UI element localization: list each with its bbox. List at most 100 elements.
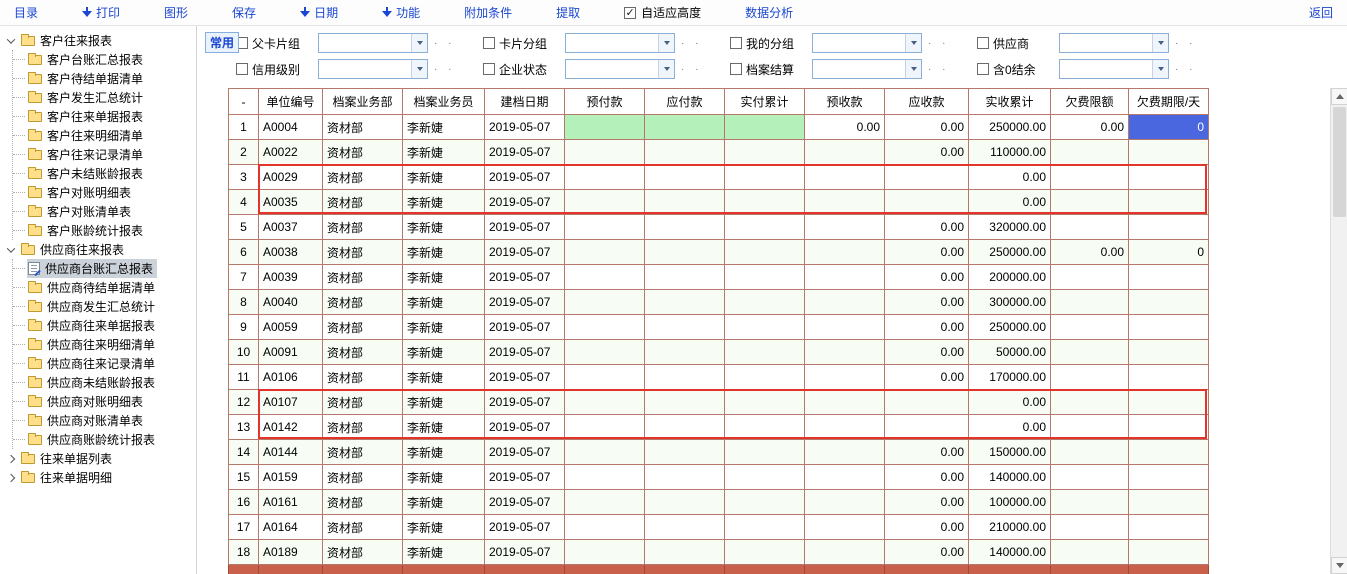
tree-child-item[interactable]: 客户待结单据清单: [13, 69, 196, 88]
column-header[interactable]: 欠费期限/天: [1129, 89, 1209, 115]
table-cell[interactable]: 0.00: [969, 190, 1051, 215]
filter-checkbox[interactable]: [977, 37, 989, 49]
browse-dots-button[interactable]: · ·: [679, 64, 702, 75]
data-analysis-button[interactable]: 数据分析: [745, 4, 793, 21]
table-cell[interactable]: [1129, 490, 1209, 515]
tree-child-item[interactable]: 客户往来明细清单: [13, 126, 196, 145]
tree-child-item[interactable]: 客户发生汇总统计: [13, 88, 196, 107]
table-cell[interactable]: 资材部: [323, 265, 403, 290]
table-cell[interactable]: [805, 290, 885, 315]
table-cell[interactable]: 0.00: [885, 140, 969, 165]
browse-dots-button[interactable]: · ·: [679, 38, 702, 49]
table-cell[interactable]: [565, 315, 645, 340]
table-cell[interactable]: [725, 165, 805, 190]
table-cell[interactable]: 0.00: [885, 315, 969, 340]
filter-checkbox[interactable]: [483, 37, 495, 49]
tree-node-content[interactable]: 客户对账明细表: [27, 183, 135, 202]
row-number-cell[interactable]: 6: [229, 240, 259, 265]
back-button[interactable]: 返回: [1309, 4, 1333, 21]
chevron-down-icon[interactable]: [1152, 60, 1168, 78]
table-cell[interactable]: A0040: [259, 290, 323, 315]
table-cell[interactable]: [1129, 265, 1209, 290]
table-cell[interactable]: [565, 140, 645, 165]
row-number-cell[interactable]: 17: [229, 515, 259, 540]
table-cell[interactable]: A0029: [259, 165, 323, 190]
toolbar-item[interactable]: 目录: [14, 4, 38, 21]
table-cell[interactable]: 140000.00: [969, 540, 1051, 565]
table-cell[interactable]: [1129, 540, 1209, 565]
table-cell[interactable]: 0.00: [885, 215, 969, 240]
row-number-cell[interactable]: 5: [229, 215, 259, 240]
chevron-right-icon[interactable]: [6, 454, 16, 464]
table-cell[interactable]: [805, 140, 885, 165]
table-cell[interactable]: 0: [1129, 240, 1209, 265]
table-cell[interactable]: [1051, 190, 1129, 215]
filter-dropdown[interactable]: [565, 33, 675, 53]
table-cell[interactable]: [565, 290, 645, 315]
table-cell[interactable]: [645, 340, 725, 365]
table-cell[interactable]: A0144: [259, 440, 323, 465]
row-number-cell[interactable]: 10: [229, 340, 259, 365]
table-cell[interactable]: [1129, 190, 1209, 215]
table-cell[interactable]: 2019-05-07: [485, 190, 565, 215]
column-header[interactable]: 预付款: [565, 89, 645, 115]
table-cell[interactable]: [565, 540, 645, 565]
browse-dots-button[interactable]: · ·: [926, 38, 949, 49]
chevron-down-icon[interactable]: [1152, 34, 1168, 52]
table-cell[interactable]: [1129, 365, 1209, 390]
autofit-height-toggle[interactable]: ✓ 自适应高度: [624, 4, 701, 21]
table-cell[interactable]: [565, 390, 645, 415]
table-cell[interactable]: 250000.00: [969, 115, 1051, 140]
table-cell[interactable]: [1129, 440, 1209, 465]
table-cell[interactable]: 李新婕: [403, 515, 485, 540]
table-cell[interactable]: A0038: [259, 240, 323, 265]
tree-node-content[interactable]: 客户往来明细清单: [27, 126, 147, 145]
table-cell[interactable]: 50000.00: [969, 340, 1051, 365]
table-cell[interactable]: 140000.00: [969, 465, 1051, 490]
row-number-cell[interactable]: 7: [229, 265, 259, 290]
table-cell[interactable]: [1129, 165, 1209, 190]
table-cell[interactable]: [645, 465, 725, 490]
table-cell[interactable]: [565, 340, 645, 365]
table-cell[interactable]: 0.00: [885, 515, 969, 540]
table-cell[interactable]: [1129, 140, 1209, 165]
table-cell[interactable]: 李新婕: [403, 465, 485, 490]
table-cell[interactable]: 0.00: [885, 240, 969, 265]
row-number-cell[interactable]: 13: [229, 415, 259, 440]
table-cell[interactable]: [805, 265, 885, 290]
tree-node-content[interactable]: 供应商台账汇总报表: [27, 259, 157, 278]
tree-node-content[interactable]: 客户发生汇总统计: [27, 88, 147, 107]
table-cell[interactable]: [725, 440, 805, 465]
table-cell[interactable]: [645, 240, 725, 265]
table-cell[interactable]: 2019-05-07: [485, 215, 565, 240]
toolbar-item[interactable]: 保存: [232, 4, 256, 21]
table-cell[interactable]: [805, 215, 885, 240]
table-cell[interactable]: [1051, 540, 1129, 565]
table-cell[interactable]: 资材部: [323, 490, 403, 515]
table-cell[interactable]: [565, 515, 645, 540]
column-header[interactable]: 档案业务部: [323, 89, 403, 115]
table-cell[interactable]: [725, 115, 805, 140]
tree-child-item[interactable]: 供应商台账汇总报表: [13, 259, 196, 278]
tree-node-content[interactable]: 供应商账龄统计报表: [27, 430, 159, 449]
table-cell[interactable]: 资材部: [323, 115, 403, 140]
filter-checkbox[interactable]: [730, 37, 742, 49]
row-number-cell[interactable]: 14: [229, 440, 259, 465]
table-cell[interactable]: A0037: [259, 215, 323, 240]
table-cell[interactable]: [1129, 315, 1209, 340]
table-cell[interactable]: 0.00: [885, 490, 969, 515]
table-cell[interactable]: 2019-05-07: [485, 440, 565, 465]
column-header[interactable]: 欠费限额: [1051, 89, 1129, 115]
table-cell[interactable]: 李新婕: [403, 240, 485, 265]
table-cell[interactable]: 2019-05-07: [485, 515, 565, 540]
filter-dropdown[interactable]: [1059, 59, 1169, 79]
filter-checkbox[interactable]: [483, 63, 495, 75]
chevron-down-icon[interactable]: [905, 60, 921, 78]
table-cell[interactable]: [565, 265, 645, 290]
filter-dropdown[interactable]: [812, 33, 922, 53]
filter-checkbox-label[interactable]: 含0结余: [977, 61, 1055, 78]
table-cell[interactable]: [1051, 340, 1129, 365]
table-cell[interactable]: 250000.00: [969, 315, 1051, 340]
table-cell[interactable]: [645, 515, 725, 540]
table-cell[interactable]: [565, 465, 645, 490]
